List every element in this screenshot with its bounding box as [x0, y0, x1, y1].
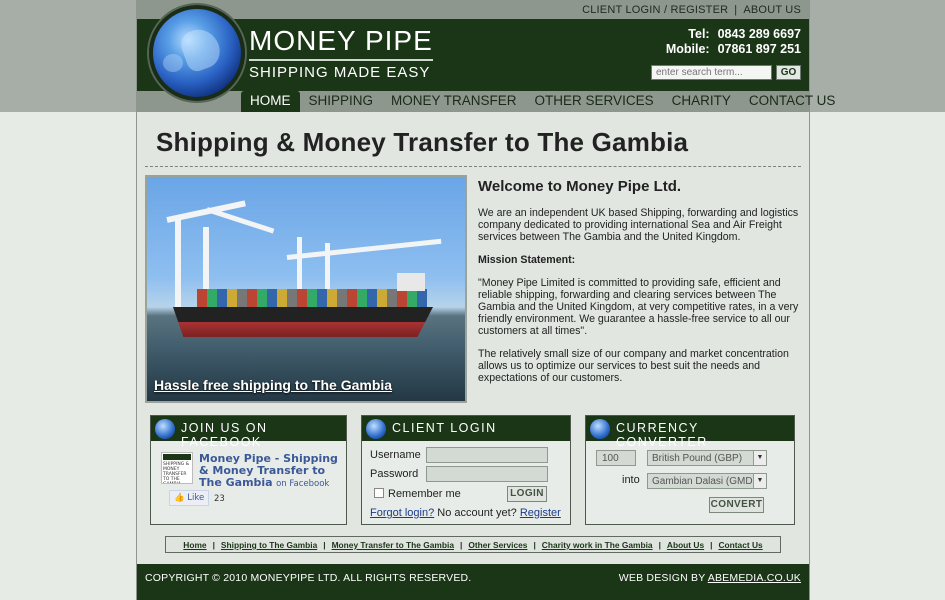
- copyright-text: COPYRIGHT © 2010 MONEYPIPE LTD. ALL RIGH…: [145, 572, 472, 584]
- facebook-page-info: Money Pipe - Shipping & Money Transfer t…: [199, 453, 344, 490]
- welcome-intro: We are an independent UK based Shipping,…: [478, 207, 799, 243]
- mission-heading: Mission Statement:: [478, 254, 576, 266]
- client-login-register-link[interactable]: CLIENT LOGIN / REGISTER: [582, 4, 728, 16]
- footer-separator: |: [710, 540, 713, 550]
- footer-separator: |: [533, 540, 536, 550]
- contact-numbers: Tel: 0843 289 6697 Mobile: 07861 897 251: [662, 27, 801, 57]
- site-footer: COPYRIGHT © 2010 MONEYPIPE LTD. ALL RIGH…: [137, 564, 809, 600]
- login-links: Forgot login? No account yet? Register: [370, 507, 561, 519]
- footer-separator: |: [323, 540, 326, 550]
- search-go-button[interactable]: GO: [776, 65, 801, 80]
- ship-bridge: [397, 273, 425, 291]
- chevron-down-icon: ▼: [753, 474, 766, 488]
- facebook-page-thumbnail[interactable]: SHIPPING & MONEY TRANSFER TO THE GAMBIA: [161, 452, 193, 484]
- globe-icon: [590, 419, 610, 439]
- client-login-box: CLIENT LOGIN Username Password Remember …: [361, 415, 571, 525]
- to-currency-value: Gambian Dalasi (GMD): [652, 476, 756, 487]
- into-label: into: [622, 474, 640, 486]
- client-login-title: CLIENT LOGIN: [392, 421, 497, 435]
- tel-number: 0843 289 6697: [717, 27, 801, 41]
- globe-icon: [155, 419, 175, 439]
- welcome-heading: Welcome to Money Pipe Ltd.: [478, 178, 682, 195]
- top-links-separator: |: [734, 4, 738, 16]
- hero-caption-link[interactable]: Hassle free shipping to The Gambia: [154, 377, 392, 393]
- footer-link-about[interactable]: About Us: [667, 540, 704, 550]
- footer-link-contact[interactable]: Contact Us: [718, 540, 762, 550]
- facebook-like-button[interactable]: 👍 Like: [169, 490, 210, 506]
- search-form: GO: [651, 65, 801, 80]
- abemedia-link[interactable]: ABEMEDIA.CO.UK: [708, 572, 801, 584]
- like-count: 23: [214, 494, 225, 504]
- welcome-closing: The relatively small size of our company…: [478, 348, 789, 384]
- web-design-prefix: WEB DESIGN BY: [618, 572, 706, 584]
- tel-label: Tel:: [688, 27, 710, 41]
- nav-money-transfer[interactable]: MONEY TRANSFER: [382, 91, 526, 112]
- footer-link-shipping[interactable]: Shipping to The Gambia: [221, 540, 317, 550]
- currency-converter-title: CURRENCY CONVERTER: [616, 421, 708, 449]
- from-currency-select[interactable]: British Pound (GBP) ▼: [647, 450, 767, 466]
- password-input[interactable]: [426, 466, 548, 482]
- globe-icon: [366, 419, 386, 439]
- main-nav: HOME SHIPPING MONEY TRANSFER OTHER SERVI…: [241, 91, 844, 112]
- nav-home[interactable]: HOME: [241, 91, 300, 112]
- welcome-section: Welcome to Money Pipe Ltd. We are an ind…: [478, 178, 804, 395]
- remember-me-label: Remember me: [388, 488, 461, 500]
- password-label: Password: [370, 468, 419, 480]
- nav-charity[interactable]: CHARITY: [663, 91, 740, 112]
- thumbs-up-icon: 👍: [174, 493, 185, 503]
- currency-converter-box: CURRENCY CONVERTER 100 British Pound (GB…: [585, 415, 795, 525]
- footer-separator: |: [459, 540, 463, 550]
- search-input[interactable]: [651, 65, 772, 80]
- footer-links: Home | Shipping to The Gambia | Money Transf…: [165, 536, 781, 553]
- to-currency-select[interactable]: Gambian Dalasi (GMD) ▼: [647, 473, 767, 489]
- username-input[interactable]: [426, 447, 548, 463]
- mobile-label: Mobile:: [665, 42, 710, 56]
- footer-link-home[interactable]: Home: [183, 540, 206, 550]
- footer-separator: |: [658, 540, 661, 550]
- about-us-top-link[interactable]: ABOUT US: [743, 4, 801, 16]
- register-link[interactable]: Register: [520, 507, 561, 519]
- mission-text: "Money Pipe Limited is committed to prov…: [478, 277, 799, 337]
- convert-button[interactable]: CONVERT: [709, 497, 764, 513]
- currency-converter-header: CURRENCY CONVERTER: [586, 416, 794, 449]
- page-title: Shipping & Money Transfer to The Gambia: [156, 127, 689, 157]
- facebook-box-title: JOIN US ON FACEBOOK: [181, 421, 268, 449]
- footer-link-charity[interactable]: Charity work in The Gambia: [542, 540, 653, 550]
- title-divider: [145, 166, 801, 167]
- web-design-credit: WEB DESIGN BY ABEMEDIA.CO.UK: [619, 572, 801, 584]
- footer-link-other-services[interactable]: Other Services: [468, 540, 527, 550]
- client-login-header: CLIENT LOGIN: [362, 416, 570, 441]
- footer-link-money-transfer[interactable]: Money Transfer to The Gambia: [332, 540, 454, 550]
- mobile-number: 07861 897 251: [717, 42, 801, 56]
- hero-image[interactable]: Hassle free shipping to The Gambia: [145, 175, 467, 403]
- like-label: Like: [187, 493, 205, 503]
- login-button[interactable]: LOGIN: [507, 486, 547, 502]
- no-account-text: No account yet?: [437, 507, 517, 519]
- nav-shipping[interactable]: SHIPPING: [300, 91, 383, 112]
- chevron-down-icon: ▼: [753, 451, 766, 465]
- from-currency-value: British Pound (GBP): [652, 453, 743, 464]
- amount-input[interactable]: 100: [596, 450, 636, 466]
- top-links: CLIENT LOGIN / REGISTER | ABOUT US: [582, 4, 801, 16]
- brand-logo[interactable]: MONEY PIPE SHIPPING MADE EASY: [249, 26, 433, 81]
- site-header: CLIENT LOGIN / REGISTER | ABOUT US MONEY P…: [137, 0, 835, 112]
- nav-contact-us[interactable]: CONTACT US: [740, 91, 845, 112]
- footer-separator: |: [212, 540, 215, 550]
- forgot-login-link[interactable]: Forgot login?: [370, 507, 434, 519]
- facebook-box-header: JOIN US ON FACEBOOK: [151, 416, 346, 449]
- ship-hull: [173, 307, 433, 337]
- on-facebook-label: on Facebook: [276, 479, 330, 489]
- globe-logo-icon[interactable]: [149, 5, 245, 101]
- brand-tagline: SHIPPING MADE EASY: [249, 64, 431, 81]
- brand-name: MONEY PIPE: [249, 25, 433, 56]
- remember-me-checkbox[interactable]: [374, 488, 384, 498]
- page-container: CLIENT LOGIN / REGISTER | ABOUT US MONEY P…: [136, 0, 835, 600]
- facebook-box: JOIN US ON FACEBOOK SHIPPING & MONEY TRA…: [150, 415, 347, 525]
- container-stack: [197, 289, 427, 309]
- nav-other-services[interactable]: OTHER SERVICES: [526, 91, 663, 112]
- brand-rule: [249, 59, 433, 61]
- username-label: Username: [370, 449, 421, 461]
